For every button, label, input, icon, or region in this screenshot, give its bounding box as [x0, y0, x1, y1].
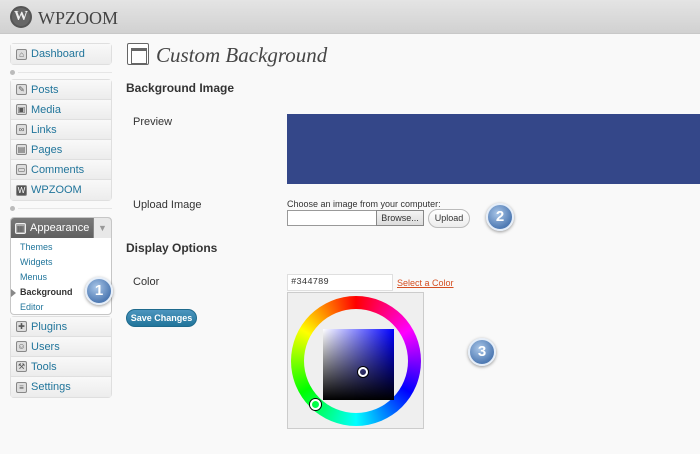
preview-label: Preview — [133, 116, 173, 128]
comment-icon: ▭ — [16, 164, 27, 175]
menu-separator — [10, 70, 112, 76]
appearance-page-icon — [127, 43, 149, 65]
home-icon: ⌂ — [16, 48, 27, 60]
sidebar-item-label: Links — [31, 123, 57, 136]
upload-hint: Choose an image from your computer: — [287, 199, 441, 209]
sidebar-item-plugins[interactable]: ✚ Plugins — [11, 317, 111, 337]
menu-separator — [10, 206, 112, 212]
submenu-item-widgets[interactable]: Widgets — [11, 255, 111, 270]
upload-image-label: Upload Image — [133, 199, 202, 211]
select-color-link[interactable]: Select a Color — [397, 278, 454, 288]
link-icon: ∞ — [16, 124, 27, 135]
plugin-icon: ✚ — [16, 321, 27, 332]
sidebar-item-comments[interactable]: ▭ Comments — [11, 160, 111, 180]
callout-3: 3 — [468, 338, 496, 366]
sidebar-item-appearance[interactable]: ▦ Appearance ▼ — [11, 218, 111, 238]
upload-button[interactable]: Upload — [428, 209, 470, 228]
sidebar-item-label: Dashboard — [31, 48, 85, 60]
sidebar-item-wpzoom[interactable]: W WPZOOM — [11, 180, 111, 200]
section-heading-background-image: Background Image — [126, 81, 235, 95]
sidebar-item-posts[interactable]: ✎ Posts — [11, 80, 111, 100]
color-input[interactable]: #344789 — [287, 274, 393, 291]
section-heading-display-options: Display Options — [126, 241, 218, 255]
submenu-item-themes[interactable]: Themes — [11, 240, 111, 255]
sidebar-item-label: Plugins — [31, 320, 68, 333]
sidebar-item-dashboard[interactable]: ⌂ Dashboard — [11, 44, 111, 64]
menu-group-admin: ✚ Plugins ☺ Users ⚒ Tools ≡ Settings — [10, 316, 112, 398]
save-changes-button[interactable]: Save Changes — [126, 309, 197, 327]
file-input[interactable] — [287, 210, 377, 226]
color-picker — [287, 292, 424, 429]
tools-icon: ⚒ — [16, 361, 27, 372]
page-title: Custom Background — [156, 43, 328, 67]
saturation-value-square[interactable] — [323, 329, 394, 400]
hue-wheel[interactable] — [291, 296, 421, 426]
settings-icon: ≡ — [16, 381, 27, 393]
page-icon: ▤ — [16, 144, 27, 155]
sidebar-item-settings[interactable]: ≡ Settings — [11, 377, 111, 397]
callout-2: 2 — [486, 203, 514, 231]
sidebar-item-label: Tools — [31, 360, 57, 373]
hue-marker[interactable] — [310, 399, 321, 410]
chevron-down-icon[interactable]: ▼ — [93, 218, 111, 238]
admin-header: W WPZOOM — [0, 0, 700, 34]
background-preview — [287, 114, 700, 184]
wordpress-logo-icon[interactable]: W — [10, 6, 32, 28]
site-name[interactable]: WPZOOM — [38, 8, 118, 29]
sidebar-item-users[interactable]: ☺ Users — [11, 337, 111, 357]
saturation-marker[interactable] — [358, 367, 368, 377]
sidebar-item-media[interactable]: ▣ Media — [11, 100, 111, 120]
callout-1: 1 — [85, 277, 113, 305]
sidebar-item-label: Media — [31, 103, 61, 116]
menu-group-dashboard: ⌂ Dashboard — [10, 43, 112, 65]
wpzoom-icon: W — [16, 184, 27, 196]
sidebar-item-label: Comments — [31, 163, 85, 176]
pin-icon: ✎ — [16, 84, 27, 95]
sidebar-item-tools[interactable]: ⚒ Tools — [11, 357, 111, 377]
users-icon: ☺ — [16, 341, 27, 352]
sidebar-item-label: Settings — [31, 381, 71, 393]
sidebar-item-links[interactable]: ∞ Links — [11, 120, 111, 140]
browse-button[interactable]: Browse... — [376, 210, 424, 226]
color-label: Color — [133, 276, 160, 288]
sidebar-item-label: Pages — [31, 143, 63, 156]
sidebar-item-label: Users — [31, 340, 60, 353]
sidebar-item-label: WPZOOM — [31, 184, 82, 196]
menu-group-content: ✎ Posts ▣ Media ∞ Links ▤ Pages ▭ Commen… — [10, 79, 112, 201]
sidebar-item-pages[interactable]: ▤ Pages — [11, 140, 111, 160]
media-icon: ▣ — [16, 104, 27, 115]
sidebar-item-label: Appearance — [30, 222, 90, 234]
appearance-icon: ▦ — [15, 222, 26, 234]
sidebar-item-label: Posts — [31, 83, 59, 96]
